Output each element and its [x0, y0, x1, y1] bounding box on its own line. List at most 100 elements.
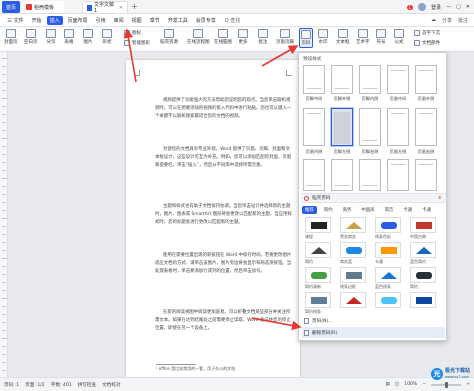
menu-insert[interactable]: 插入	[46, 15, 63, 25]
menu-file[interactable]: 三 文件	[4, 16, 27, 25]
preset-thumbnail[interactable]	[415, 108, 437, 146]
status-spell-check[interactable]: 拼写检查	[78, 382, 96, 388]
blank-page-button[interactable]: 空白页	[24, 29, 38, 45]
preset-thumbnail[interactable]	[359, 108, 381, 146]
zoom-level[interactable]: 100%	[404, 382, 417, 387]
docer-page-number-swatch[interactable]	[375, 242, 401, 258]
docer-page-number-swatch[interactable]	[305, 292, 331, 308]
web-view-icon[interactable]: ◫	[395, 382, 399, 387]
preset-thumbnail[interactable]	[387, 108, 409, 146]
docer-page-number-swatch[interactable]	[410, 267, 436, 283]
picture-button[interactable]: 图片	[83, 29, 93, 45]
preset-thumbnail[interactable]	[303, 108, 325, 146]
menu-member[interactable]: 会员专享	[193, 16, 219, 25]
icon-library-button[interactable]: 图标	[124, 30, 141, 36]
menu-page-layout[interactable]: 页面布局	[65, 16, 91, 25]
table-button[interactable]: 表格	[64, 29, 74, 45]
paragraph[interactable]: 使用在需要位置出现的新按钮在 Word 中保存时间。若要更改图片适应文档的方式，…	[155, 252, 293, 276]
comment-insert-button[interactable]: 批注	[258, 29, 268, 45]
docer-page-number-swatch[interactable]	[375, 267, 401, 283]
notification-badge[interactable]: 1	[406, 4, 414, 10]
docer-page-number-swatch[interactable]	[305, 242, 331, 258]
drop-cap-button[interactable]: 首字下沉	[414, 30, 440, 36]
preset-thumbnail[interactable]	[359, 65, 381, 94]
preset-thumbnail[interactable]	[359, 159, 381, 191]
docer-page-number-swatch[interactable]	[340, 217, 366, 233]
paragraph[interactable]: 主题和样式也有助于文档保持协调。当您单击设计并选择新的主题时，图片、图表或 Sm…	[155, 203, 293, 227]
footnote[interactable]: ¹ office 是比较常用的一套，用于办公的文档	[156, 366, 235, 372]
docer-page-number-swatch[interactable]	[410, 292, 436, 308]
paragraph[interactable]: 在新的阅读视图中阅读更加容易。可以折叠文档某些部分并关注所需文本。如果在达到结尾…	[155, 309, 293, 333]
share-button[interactable]: 分享	[442, 17, 452, 24]
preset-thumbnail[interactable]	[331, 65, 353, 94]
menu-developer[interactable]: 开发工具	[165, 16, 191, 25]
resize-grip-icon[interactable]: ⋰	[439, 332, 444, 338]
header-footer-button[interactable]: 页眉页脚	[276, 29, 294, 45]
preset-thumbnail[interactable]	[331, 159, 353, 191]
status-word-count[interactable]: 字数: 401	[51, 382, 72, 388]
docer-page-number-swatch[interactable]	[375, 217, 401, 233]
category-tab[interactable]: 简洁	[382, 206, 397, 214]
preset-thumbnail[interactable]	[415, 159, 437, 191]
menu-review[interactable]: 审阅	[111, 16, 127, 25]
tab-docer[interactable]: 稻壳模板	[22, 1, 64, 13]
paragraph[interactable]: 视频提供了功能强大的方法帮助您证明您的观点。当您单击联机视频时，可以在想要添加的…	[155, 97, 293, 121]
status-pages[interactable]: 页面: 1/2	[25, 382, 45, 388]
tab-home[interactable]: 首页	[2, 1, 20, 13]
zoom-slider[interactable]	[431, 381, 462, 388]
login-link[interactable]: 登录	[431, 4, 441, 11]
status-proofread[interactable]: 文档校对	[102, 382, 120, 388]
docer-page-number-swatch[interactable]	[340, 292, 366, 308]
delete-page-number-item[interactable]: 删除页码(R)	[302, 327, 445, 338]
close-window-icon[interactable]: ✕	[466, 4, 470, 10]
menu-references[interactable]: 引用	[93, 16, 109, 25]
category-tab[interactable]: 推荐	[302, 206, 317, 214]
word-art-button[interactable]: 艺术字	[356, 29, 370, 45]
shape-button[interactable]: 形状	[102, 29, 112, 45]
paragraph[interactable]: 为使您的文档具有专业外观，Word 提供了页眉、页脚、封面和文本框设计，这些设计…	[155, 146, 293, 170]
avatar[interactable]	[418, 3, 427, 11]
docer-page-number-swatch[interactable]	[340, 267, 366, 283]
preset-thumbnail[interactable]	[303, 159, 325, 191]
page-number-settings-item[interactable]: 页码(N)...	[302, 315, 445, 326]
docer-page-number-swatch[interactable]	[305, 267, 331, 283]
watermark-button[interactable]: 水印	[318, 29, 328, 45]
docer-page-number-swatch[interactable]	[340, 242, 366, 258]
preset-thumbnail[interactable]	[415, 65, 437, 94]
zoom-slider-knob[interactable]	[445, 381, 449, 388]
document-page[interactable]: 视频提供了功能强大的方法帮助您证明您的观点。当您单击联机视频时，可以在想要添加的…	[126, 60, 300, 377]
docer-page-number-swatch[interactable]	[375, 292, 401, 308]
doc-parts-button[interactable]: 文档部件	[414, 40, 440, 46]
preset-thumbnail-selected[interactable]	[331, 108, 353, 146]
preset-thumbnail[interactable]	[303, 65, 325, 94]
docer-page-number-swatch[interactable]	[410, 242, 436, 258]
category-tab[interactable]: 中国风	[358, 206, 377, 214]
category-tab[interactable]: 商务	[340, 206, 355, 214]
menu-home[interactable]: 开始	[29, 16, 45, 25]
menu-chapter[interactable]: 章节	[147, 16, 163, 25]
page-number-button[interactable]: 页码	[299, 28, 313, 48]
online-mindmap-button[interactable]: 在线脑图	[214, 29, 232, 45]
new-tab-icon[interactable]: +	[131, 2, 138, 11]
category-tab[interactable]: 卡通	[400, 206, 415, 214]
menu-view[interactable]: 视图	[129, 16, 145, 25]
close-tab-icon[interactable]: ✕	[119, 5, 123, 11]
docer-page-number-swatch[interactable]	[410, 217, 436, 233]
more-button[interactable]: 更多	[238, 29, 248, 45]
cloud-icon[interactable]: ☁	[431, 17, 436, 24]
category-tab[interactable]: 卡通	[419, 206, 434, 214]
docer-page-number-swatch[interactable]	[305, 217, 331, 233]
zoom-in-icon[interactable]: +	[466, 382, 470, 387]
zoom-out-icon[interactable]: −	[422, 382, 426, 387]
preset-thumbnail[interactable]	[387, 159, 409, 191]
preset-thumbnail[interactable]	[387, 65, 409, 94]
view-mode-icon[interactable]: ▤	[385, 382, 389, 387]
text-box-button[interactable]: 文本框	[336, 29, 350, 45]
status-page[interactable]: 页码: 1	[4, 382, 19, 388]
online-flowchart-button[interactable]: 在线流程图	[187, 29, 210, 45]
minimize-icon[interactable]: —	[446, 4, 451, 10]
smart-art-button[interactable]: 智能图形	[124, 40, 150, 46]
tab-document[interactable]: 文字文稿1 ✕	[82, 1, 128, 14]
cover-page-button[interactable]: 封面页	[4, 29, 18, 45]
maximize-icon[interactable]: ▢	[456, 4, 461, 10]
